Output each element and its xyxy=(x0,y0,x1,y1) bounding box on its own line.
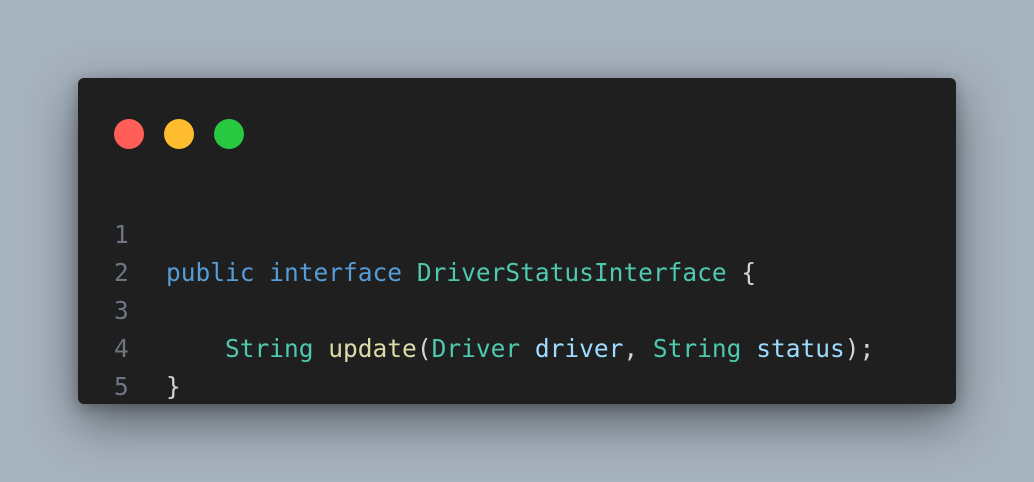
window-controls xyxy=(114,119,244,149)
code-line-3: 3 String update(Driver driver, String st… xyxy=(78,254,956,363)
code-line-4: 4 } xyxy=(78,292,956,401)
code-line-2: 2 xyxy=(78,216,956,287)
close-brace: } xyxy=(166,372,181,401)
code-line-5: 5 xyxy=(78,330,956,401)
line-source: } xyxy=(166,368,181,406)
close-dot[interactable] xyxy=(114,119,144,149)
maximize-dot[interactable] xyxy=(214,119,244,149)
line-number: 5 xyxy=(114,372,129,401)
code-block: 1 public interface DriverStatusInterface… xyxy=(78,178,956,401)
minimize-dot[interactable] xyxy=(164,119,194,149)
code-line-1: 1 public interface DriverStatusInterface… xyxy=(78,178,956,287)
code-window: 1 public interface DriverStatusInterface… xyxy=(78,78,956,404)
